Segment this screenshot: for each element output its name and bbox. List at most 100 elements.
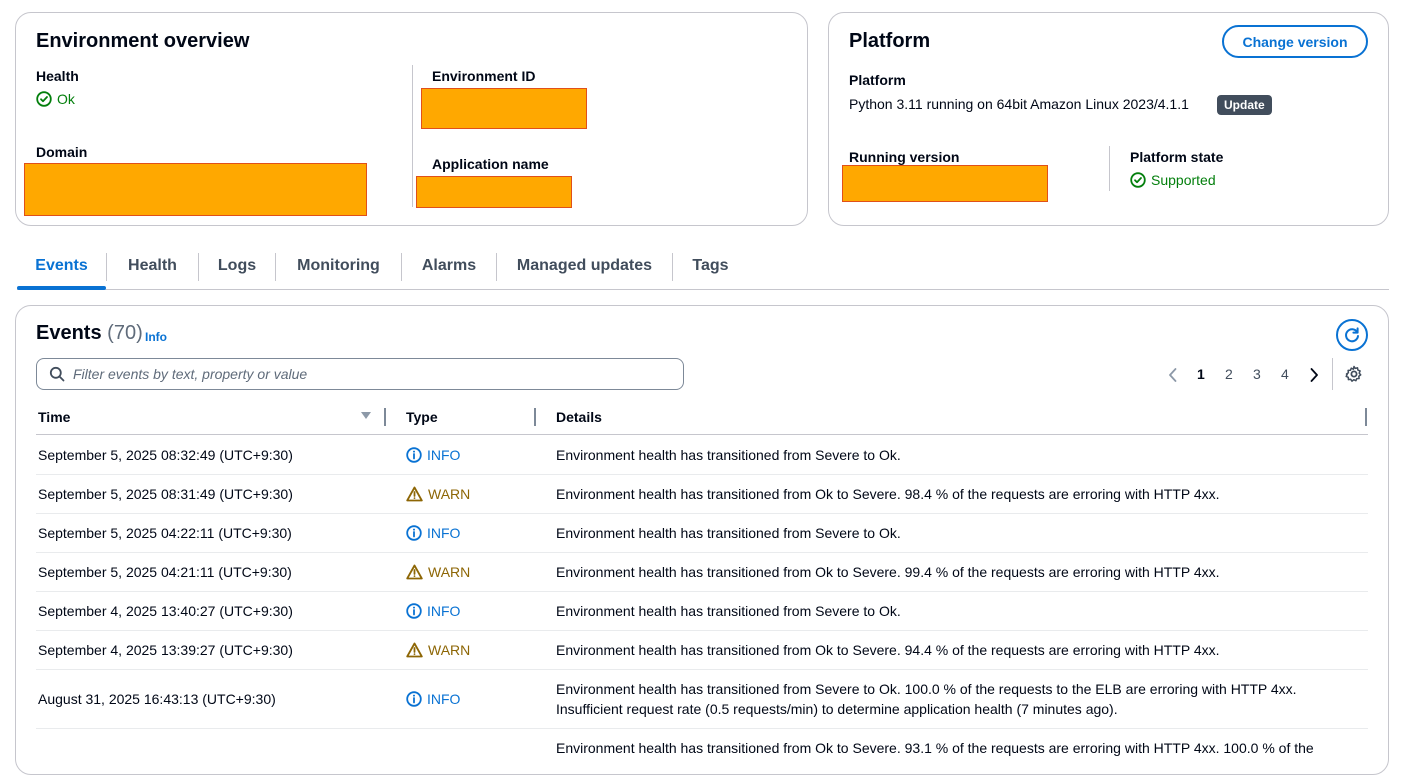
platform-state-label: Platform state	[1130, 149, 1224, 165]
event-type-label: INFO	[427, 525, 461, 541]
environment-id-redacted	[421, 88, 587, 129]
column-divider	[412, 65, 413, 207]
platform-label: Platform	[849, 72, 906, 88]
event-time: September 5, 2025 08:32:49 (UTC+9:30)	[38, 447, 293, 463]
health-status: Ok	[36, 91, 75, 107]
warning-icon	[406, 642, 423, 658]
info-circle-icon	[406, 691, 422, 707]
event-details: Environment health has transitioned from…	[556, 447, 901, 463]
row-divider	[36, 591, 1368, 592]
environment-overview-title: Environment overview	[36, 30, 250, 52]
info-link[interactable]: Info	[145, 330, 167, 344]
tab-health[interactable]: Health	[107, 244, 198, 288]
event-time: September 4, 2025 13:40:27 (UTC+9:30)	[38, 603, 293, 619]
events-title: Events (70)	[36, 322, 143, 345]
column-header-details[interactable]: Details	[556, 409, 602, 425]
tab-monitoring[interactable]: Monitoring	[276, 244, 401, 288]
row-divider	[36, 669, 1368, 670]
platform-state-status: Supported	[1130, 172, 1216, 188]
event-details-continued: Insufficient request rate (0.5 requests/…	[556, 701, 1118, 717]
tab-alarms[interactable]: Alarms	[402, 244, 496, 288]
column-header-time[interactable]: Time	[38, 409, 70, 425]
event-type-label: WARN	[428, 486, 471, 502]
update-badge: Update	[1217, 95, 1272, 115]
tab-bar: Events Health Logs Monitoring Alarms Man…	[17, 244, 1389, 290]
tab-managed-updates[interactable]: Managed updates	[497, 244, 672, 288]
health-value: Ok	[57, 91, 75, 107]
refresh-icon	[1345, 327, 1359, 343]
column-resizer[interactable]	[534, 408, 536, 426]
column-header-type[interactable]: Type	[406, 409, 438, 425]
event-type-label: WARN	[428, 642, 471, 658]
event-type: INFO	[406, 601, 460, 621]
platform-state-value: Supported	[1151, 172, 1216, 188]
tab-events[interactable]: Events	[17, 244, 106, 290]
domain-redacted	[24, 163, 367, 216]
page-3[interactable]: 3	[1253, 366, 1261, 382]
application-name-redacted	[416, 176, 572, 208]
sort-down-icon[interactable]	[360, 411, 372, 421]
event-type: WARN	[406, 640, 470, 660]
search-icon	[49, 366, 65, 382]
info-circle-icon	[406, 525, 422, 541]
event-type: WARN	[406, 562, 470, 582]
event-type: INFO	[406, 445, 460, 465]
tab-logs[interactable]: Logs	[199, 244, 275, 288]
event-time: August 31, 2025 16:43:13 (UTC+9:30)	[38, 691, 276, 707]
page-1[interactable]: 1	[1197, 366, 1205, 382]
column-resizer[interactable]	[384, 408, 386, 426]
event-type-label: WARN	[428, 564, 471, 580]
event-type-label: INFO	[427, 447, 461, 463]
event-time: September 5, 2025 04:22:11 (UTC+9:30)	[38, 525, 292, 541]
event-time: September 5, 2025 08:31:49 (UTC+9:30)	[38, 486, 293, 502]
environment-id-label: Environment ID	[432, 68, 536, 84]
refresh-button[interactable]	[1336, 319, 1368, 351]
event-type-label: INFO	[427, 691, 461, 707]
row-divider	[36, 513, 1368, 514]
platform-title: Platform	[849, 30, 931, 52]
settings-gear-icon[interactable]	[1345, 365, 1363, 383]
pager-divider	[1332, 358, 1333, 390]
tab-tags[interactable]: Tags	[673, 244, 748, 288]
event-type: INFO	[406, 689, 460, 709]
page-2[interactable]: 2	[1225, 366, 1233, 382]
platform-card: Platform Change version Platform Python …	[828, 12, 1389, 226]
running-version-redacted	[842, 165, 1048, 202]
environment-overview-card: Environment overview Health Ok Domain En…	[15, 12, 808, 226]
check-circle-icon	[36, 91, 52, 107]
search-field[interactable]	[36, 358, 684, 390]
event-type: INFO	[406, 523, 460, 543]
event-details: Environment health has transitioned from…	[556, 740, 1314, 756]
row-divider	[36, 474, 1368, 475]
events-count: (70)	[107, 322, 143, 344]
chevron-left-icon[interactable]	[1167, 367, 1179, 383]
events-title-text: Events	[36, 322, 102, 344]
search-input[interactable]	[73, 366, 653, 382]
event-details: Environment health has transitioned from…	[556, 564, 1220, 580]
event-time: September 4, 2025 13:39:27 (UTC+9:30)	[38, 642, 293, 658]
row-divider	[36, 552, 1368, 553]
event-type-label: INFO	[427, 603, 461, 619]
event-type: WARN	[406, 484, 470, 504]
chevron-right-icon[interactable]	[1308, 367, 1320, 383]
platform-value: Python 3.11 running on 64bit Amazon Linu…	[849, 96, 1189, 112]
running-version-label: Running version	[849, 149, 960, 165]
column-divider	[1109, 146, 1110, 191]
change-version-button[interactable]: Change version	[1222, 25, 1368, 58]
page-4[interactable]: 4	[1281, 366, 1289, 382]
warning-icon	[406, 486, 423, 502]
check-circle-icon	[1130, 172, 1146, 188]
events-panel: Events (70) Info 1 2 3 4 Time Type Detai…	[15, 305, 1389, 775]
info-circle-icon	[406, 447, 422, 463]
event-time: September 5, 2025 04:21:11 (UTC+9:30)	[38, 564, 292, 580]
event-details: Environment health has transitioned from…	[556, 525, 901, 541]
event-details: Environment health has transitioned from…	[556, 642, 1220, 658]
event-details: Environment health has transitioned from…	[556, 603, 901, 619]
info-circle-icon	[406, 603, 422, 619]
header-divider	[36, 434, 1368, 435]
warning-icon	[406, 564, 423, 580]
domain-label: Domain	[36, 144, 88, 160]
column-resizer[interactable]	[1365, 408, 1367, 426]
event-details: Environment health has transitioned from…	[556, 486, 1220, 502]
application-name-label: Application name	[432, 156, 549, 172]
